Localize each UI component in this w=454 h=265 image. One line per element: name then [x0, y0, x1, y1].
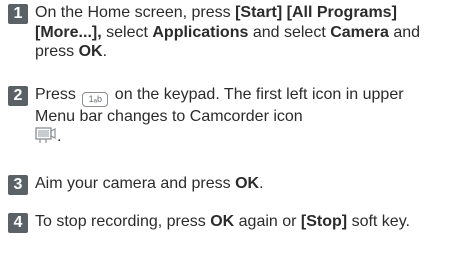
- ok-key-label: OK: [78, 43, 103, 60]
- step-text: select: [101, 23, 153, 41]
- step-number-badge: 1: [8, 4, 28, 24]
- step-text: .: [57, 127, 62, 145]
- step-number-badge: 2: [8, 86, 28, 106]
- step-text: again or: [234, 213, 301, 230]
- step-3-text: Aim your camera and press OK.: [35, 174, 447, 194]
- step-text: On the Home screen, press: [35, 4, 236, 21]
- step-1-text: On the Home screen, press [Start] [All P…: [35, 3, 447, 62]
- ok-key-label: OK: [235, 175, 260, 192]
- step-text: .: [102, 43, 108, 60]
- camcorder-icon: [35, 126, 57, 151]
- step-text: Aim your camera and press: [35, 175, 236, 192]
- step-4-text: To stop recording, press OK again or [St…: [35, 212, 447, 232]
- step-text: Press: [35, 86, 81, 103]
- step-text: soft key.: [347, 213, 410, 230]
- keypad-1-key-icon: 1ₐb: [82, 92, 109, 107]
- stop-softkey-label: [Stop]: [300, 213, 348, 230]
- step-2-text: Press 1ₐb on the keypad. The first left …: [35, 85, 447, 150]
- step-text: To stop recording, press: [35, 213, 211, 230]
- menu-item-camera: Camera: [330, 23, 389, 41]
- step-number-badge: 4: [8, 213, 28, 233]
- step-text: .: [259, 175, 264, 192]
- menu-item-applications: Applications: [152, 23, 249, 41]
- ok-key-label: OK: [210, 213, 235, 230]
- step-number-badge: 3: [8, 175, 28, 195]
- step-text: and select: [248, 23, 331, 41]
